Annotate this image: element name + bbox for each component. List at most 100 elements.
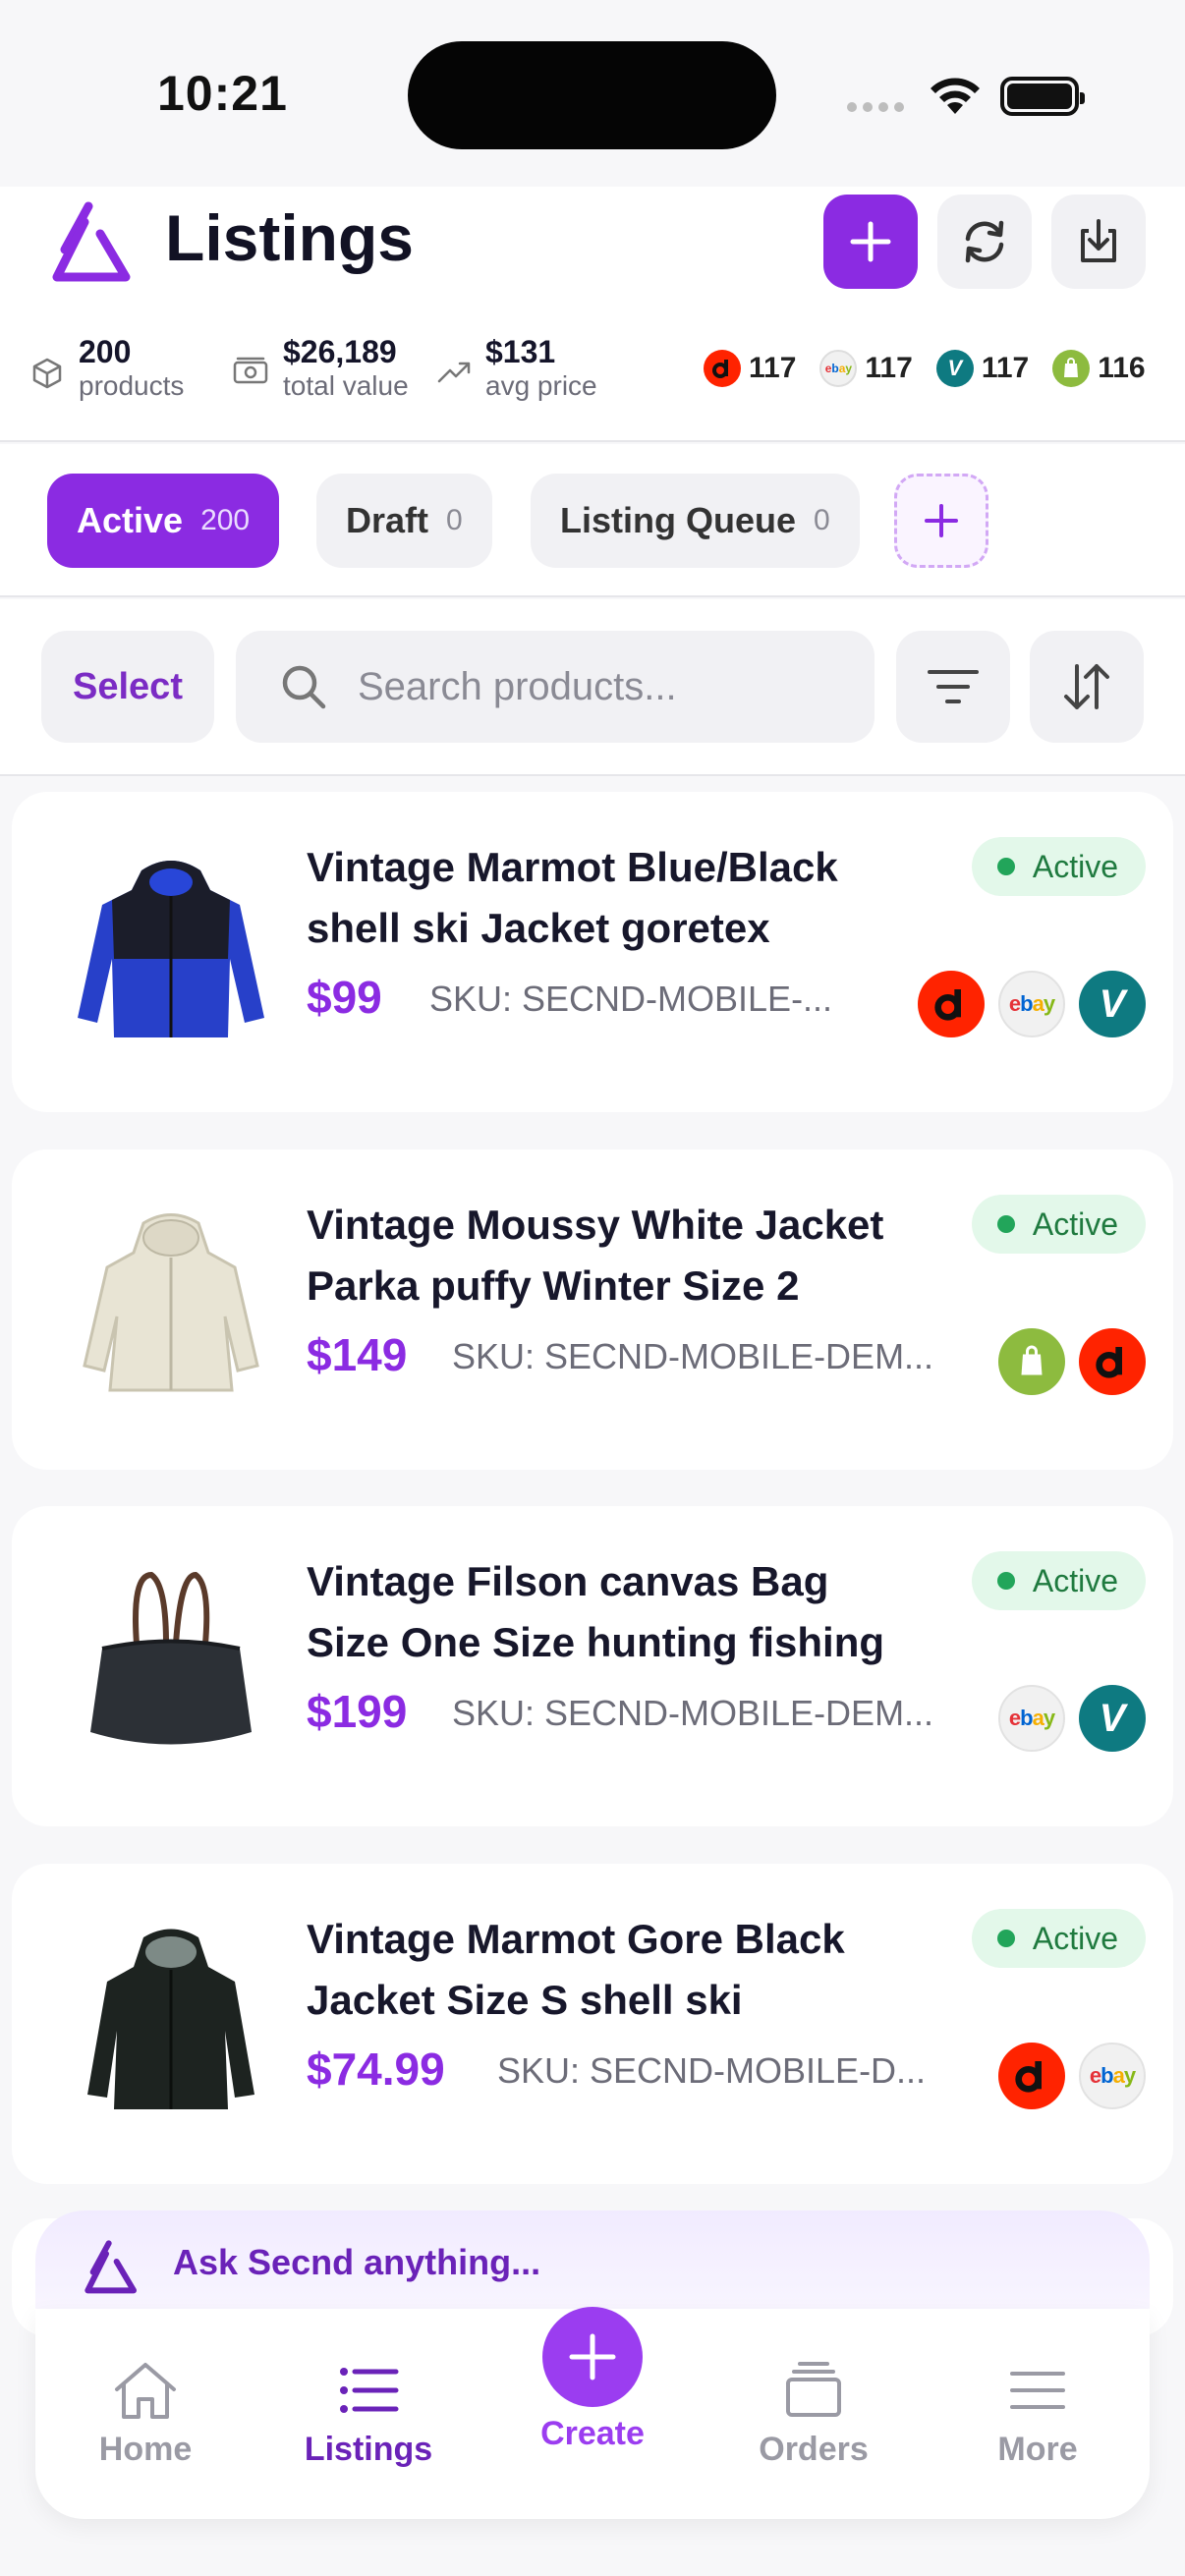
status-dot-icon <box>996 1930 1015 1947</box>
ask-assistant-prompt: Ask Secnd anything... <box>173 2242 541 2282</box>
nav-home-label: Home <box>98 2431 193 2468</box>
product-title: Vintage Moussy White Jacket Parka puffy … <box>307 1202 884 1309</box>
vinted-icon: V <box>1079 1685 1146 1752</box>
download-icon <box>1081 219 1116 262</box>
orders-icon <box>786 2362 841 2417</box>
channel-count-vinted: V 117 <box>935 350 1029 387</box>
nav-more-label: More <box>997 2431 1078 2468</box>
page-header: Listings 200 products $26,189 total valu… <box>0 187 1185 442</box>
product-card[interactable]: Vintage Moussy White Jacket Parka puffy … <box>12 1149 1173 1470</box>
product-title: Vintage Marmot Gore Black Jacket Size S … <box>307 1916 845 2023</box>
product-price: $99 <box>307 972 382 1023</box>
product-title: Vintage Filson canvas Bag Size One Size … <box>307 1558 885 1665</box>
bottom-nav: Home Listings Create Orders More <box>35 2307 1150 2519</box>
plus-icon <box>569 2333 616 2380</box>
status-label: Active <box>1032 1205 1118 1242</box>
home-icon <box>115 2363 176 2419</box>
ebay-icon: ebay <box>998 1685 1065 1752</box>
sync-button[interactable] <box>937 195 1032 289</box>
secnd-logo-icon <box>85 2240 137 2294</box>
nav-create-label: Create <box>540 2415 645 2452</box>
trend-icon <box>437 362 471 383</box>
ebay-icon: ebay <box>819 350 858 387</box>
page-title: Listings <box>165 201 415 274</box>
search-input[interactable] <box>358 664 819 709</box>
stat-avg-price: $131 avg price <box>436 334 597 403</box>
select-button[interactable]: Select <box>41 631 214 743</box>
sync-icon <box>965 220 1004 263</box>
tab-active[interactable]: Active 200 <box>47 474 280 568</box>
product-image <box>53 831 289 1067</box>
nav-more[interactable]: More <box>949 2360 1126 2469</box>
nav-home[interactable]: Home <box>57 2360 234 2469</box>
status-dot-icon <box>996 1572 1015 1590</box>
bag-icon <box>90 1571 252 1745</box>
tab-active-label: Active <box>77 500 184 540</box>
list-toolbar: Select <box>0 599 1185 776</box>
cash-icon <box>233 357 268 384</box>
stat-avg-price-value: $131 <box>485 334 556 369</box>
product-sku: SKU: SECND-MOBILE-D... <box>497 2050 927 2091</box>
status-dot-icon <box>996 858 1015 875</box>
product-price: $199 <box>307 1686 408 1737</box>
filter-icon <box>928 670 979 703</box>
stat-products-value: 200 <box>79 334 132 369</box>
tab-draft-count: 0 <box>446 504 463 536</box>
status-label: Active <box>1032 848 1118 884</box>
filter-button[interactable] <box>896 631 1010 743</box>
status-badge: Active <box>971 1909 1146 1968</box>
product-card[interactable]: Vintage Marmot Gore Black Jacket Size S … <box>12 1864 1173 2184</box>
shopify-icon <box>1052 350 1091 387</box>
product-card[interactable]: Vintage Marmot Blue/Black shell ski Jack… <box>12 792 1173 1112</box>
tab-draft[interactable]: Draft 0 <box>316 474 492 568</box>
nav-create[interactable]: Create <box>504 2307 681 2453</box>
vinted-icon: V <box>1079 971 1146 1037</box>
channel-counts: 117 ebay 117 V 117 116 <box>704 350 1146 387</box>
sort-icon <box>1064 664 1109 709</box>
product-channels: ebay V <box>918 971 1146 1037</box>
status-badge: Active <box>971 1551 1146 1610</box>
product-image <box>53 1189 289 1425</box>
channel-count-shopify-value: 116 <box>1098 352 1146 384</box>
channel-count-ebay: ebay 117 <box>819 350 913 387</box>
nav-listings-label: Listings <box>304 2431 433 2468</box>
status-badge: Active <box>971 837 1146 896</box>
add-tab-button[interactable] <box>894 474 988 568</box>
depop-icon <box>998 2043 1065 2109</box>
shopify-icon <box>998 1328 1065 1395</box>
product-channels <box>998 1328 1146 1395</box>
product-card[interactable]: Vintage Filson canvas Bag Size One Size … <box>12 1506 1173 1826</box>
product-sku: SKU: SECND-MOBILE-... <box>429 979 833 1019</box>
search-bar[interactable] <box>236 631 875 743</box>
add-listing-button[interactable] <box>823 195 918 289</box>
battery-icon <box>1000 77 1085 116</box>
jacket-icon <box>87 1929 254 2109</box>
stat-products-label: products <box>79 370 185 401</box>
stat-total-value-label: total value <box>283 370 409 401</box>
menu-icon <box>1010 2372 1065 2409</box>
product-image <box>53 1545 289 1781</box>
stat-products: 200 products <box>29 334 184 403</box>
plus-icon <box>925 504 958 537</box>
tab-listing-queue[interactable]: Listing Queue 0 <box>531 474 860 568</box>
status-label: Active <box>1032 1920 1118 1956</box>
channel-count-depop: 117 <box>704 350 796 387</box>
plus-icon <box>850 221 891 262</box>
nav-orders[interactable]: Orders <box>725 2360 902 2469</box>
create-button[interactable] <box>542 2307 643 2407</box>
nav-orders-label: Orders <box>759 2431 869 2468</box>
channel-count-depop-value: 117 <box>749 352 797 384</box>
nav-listings[interactable]: Listings <box>280 2360 457 2469</box>
dynamic-island <box>408 41 776 149</box>
tab-listing-queue-label: Listing Queue <box>560 500 797 540</box>
cellular-signal-icon <box>847 102 904 112</box>
listings-screen: 10:21 Listings 200 products $26,189 tota… <box>0 0 1185 2576</box>
tab-active-count: 200 <box>200 504 251 536</box>
ebay-icon: ebay <box>1079 2043 1146 2109</box>
ebay-icon: ebay <box>998 971 1065 1037</box>
list-icon <box>340 2368 399 2413</box>
jacket-icon <box>78 861 264 1037</box>
sort-button[interactable] <box>1030 631 1144 743</box>
import-button[interactable] <box>1051 195 1146 289</box>
product-price: $74.99 <box>307 2044 445 2095</box>
